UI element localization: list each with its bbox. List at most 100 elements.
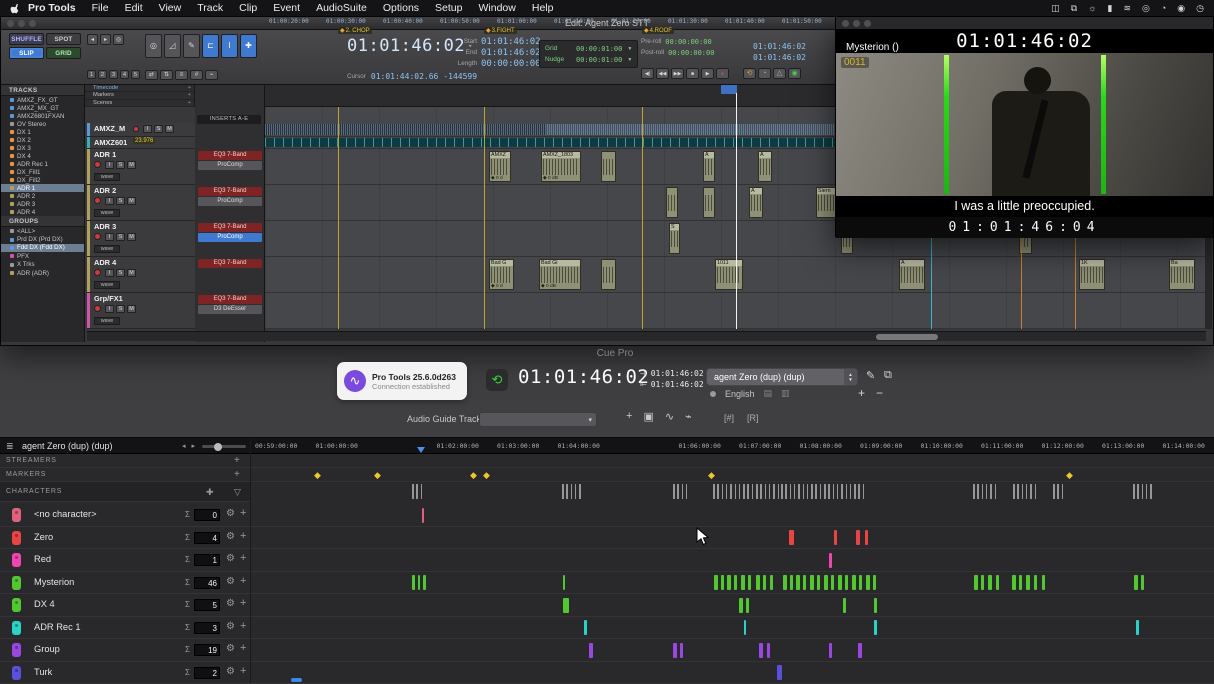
character-cue-count[interactable]: 1 xyxy=(194,554,220,566)
character-row-mysterion[interactable]: MysterionΣ46⚙+ xyxy=(0,572,1214,595)
cue-clip[interactable] xyxy=(763,575,766,590)
track-i-button[interactable]: I xyxy=(105,161,114,169)
sidebar-track-amxz-mx-gt[interactable]: AMXZ_MX_GT xyxy=(1,104,84,112)
edit-pencil-button[interactable]: ✎ xyxy=(866,369,875,382)
ruler-row-add-icon[interactable]: + xyxy=(188,85,191,91)
track-m-button[interactable]: M xyxy=(127,305,136,313)
roll-display[interactable]: Pre-roll00:00:00:00 Post-roll00:00:00:00 xyxy=(641,36,714,58)
character-row-zero[interactable]: ZeroΣ4⚙+ xyxy=(0,527,1214,550)
cue-clip[interactable] xyxy=(834,530,837,545)
cue-clip[interactable] xyxy=(974,575,978,590)
remove-language-button[interactable]: − xyxy=(876,386,883,400)
control-center-icon[interactable]: ◔ xyxy=(1161,3,1166,13)
sidebar-track-dx-2[interactable]: DX 2 xyxy=(1,136,84,144)
track-i-button[interactable]: I xyxy=(105,197,114,205)
audio-clip[interactable]: Ba xyxy=(1169,259,1195,290)
cue-clip[interactable] xyxy=(1141,575,1144,590)
track-view-selector[interactable]: wave xyxy=(94,281,120,289)
record-enable-button[interactable] xyxy=(94,197,101,204)
track-i-button[interactable]: I xyxy=(105,233,114,241)
menu-item-event[interactable]: Event xyxy=(265,2,308,14)
insertion-follows-playback-toggle[interactable]: ≡ xyxy=(175,70,188,80)
waveform-icon[interactable]: ∿ xyxy=(665,410,674,423)
cue-clip[interactable] xyxy=(680,643,683,658)
spotlight-icon[interactable]: ◎ xyxy=(1142,3,1150,14)
cue-clip[interactable] xyxy=(777,665,782,680)
folder-icon[interactable]: ▥ xyxy=(781,388,790,399)
quickpunch-toggle[interactable]: ◉ xyxy=(788,68,801,79)
cue-clip[interactable] xyxy=(721,575,724,590)
session-tab[interactable]: agent Zero (dup) (dup) xyxy=(22,441,113,451)
cue-clip[interactable] xyxy=(1042,575,1045,590)
sidebar-group-adr-adr-[interactable]: ADR (ADR) xyxy=(1,269,84,277)
track-view-selector[interactable]: wave xyxy=(94,173,120,181)
rewind-button[interactable]: ◀◀ xyxy=(656,68,669,79)
add-cue-button[interactable]: + xyxy=(626,410,632,423)
cue-clip[interactable] xyxy=(746,598,749,613)
character-row--no-character-[interactable]: <no character>Σ0⚙+ xyxy=(0,504,1214,527)
horizontal-scrollbar[interactable] xyxy=(87,331,1206,341)
sidebar-track-amxz6801fxan[interactable]: AMXZ6801FXAN xyxy=(1,112,84,120)
track-m-button[interactable]: M xyxy=(127,233,136,241)
filter-characters-icon[interactable]: ▽ xyxy=(234,487,241,498)
cue-clip[interactable] xyxy=(810,575,814,590)
menu-item-setup[interactable]: Setup xyxy=(427,2,470,14)
menu-item-help[interactable]: Help xyxy=(524,2,562,14)
sidebar-track-amxz-fx-gt[interactable]: AMXZ_FX_GT xyxy=(1,96,84,104)
cue-clip[interactable] xyxy=(829,643,832,658)
audio-clip[interactable]: AMXZ_1803◆ 0 dB xyxy=(541,151,581,182)
add-cue-icon[interactable]: + xyxy=(240,530,246,542)
track-head-adr-3[interactable]: ADR 3ISMwave xyxy=(87,221,195,257)
session-select[interactable]: agent Zero (dup) (dup) ▲▼ xyxy=(706,368,858,386)
cue-clip[interactable] xyxy=(874,598,877,613)
sidebar-group-prd-dx-prd-dx-[interactable]: Prd DX (Prd DX) xyxy=(1,235,84,243)
cue-clip[interactable] xyxy=(734,575,737,590)
cue-clip[interactable] xyxy=(824,575,828,590)
cue-clip[interactable] xyxy=(845,575,848,590)
cue-clip[interactable] xyxy=(838,575,842,590)
record-enable-button[interactable] xyxy=(94,305,101,312)
panel-menu-icon[interactable]: ≣ xyxy=(6,441,14,452)
screen-mirroring-icon[interactable]: ⧉ xyxy=(1071,3,1077,14)
audio-clip[interactable]: Bad Gi◆ 0 dB xyxy=(539,259,581,290)
keyboard-brightness-icon[interactable]: ☼ xyxy=(1088,3,1096,13)
audio-clip[interactable]: S xyxy=(669,223,680,254)
sidebar-track-dx-1[interactable]: DX 1 xyxy=(1,128,84,136)
gear-icon[interactable]: ⚙ xyxy=(226,621,235,632)
track-s-button[interactable]: S xyxy=(154,125,163,133)
battery-icon[interactable]: ▮ xyxy=(1107,3,1112,14)
cue-clip[interactable] xyxy=(831,575,834,590)
record-enable-button[interactable] xyxy=(94,269,101,276)
tracks-list-header[interactable]: TRACKS xyxy=(1,85,84,96)
add-cue-icon[interactable]: + xyxy=(240,575,246,587)
clock-icon[interactable]: ◷ xyxy=(1196,3,1204,14)
groups-list-header[interactable]: GROUPS xyxy=(1,216,84,227)
cue-clip[interactable] xyxy=(673,643,677,658)
cue-clip[interactable] xyxy=(584,620,587,635)
zoom-out-arrow[interactable]: ◂ xyxy=(87,34,98,45)
cue-clip[interactable] xyxy=(859,575,862,590)
menu-item-file[interactable]: File xyxy=(84,2,117,14)
add-cue-icon[interactable]: + xyxy=(240,597,246,609)
pencil-tool[interactable]: ✎ xyxy=(183,34,200,58)
cue-clip[interactable] xyxy=(988,575,992,590)
link-track-edit-toggle[interactable]: ⇅ xyxy=(160,70,173,80)
link-icon[interactable]: ⌁ xyxy=(685,410,692,423)
sidebar-group-pfx[interactable]: PFX xyxy=(1,252,84,260)
video-window-controls[interactable] xyxy=(842,20,871,27)
cue-clip[interactable] xyxy=(790,575,793,590)
track-m-button[interactable]: M xyxy=(127,197,136,205)
cue-clip[interactable] xyxy=(852,575,856,590)
track-head-amxz-m[interactable]: AMXZ_MISM xyxy=(87,123,195,137)
document-icon[interactable]: ▤ xyxy=(764,388,773,399)
audio-guide-select[interactable]: ▾ xyxy=(479,412,597,427)
zoom-slider[interactable] xyxy=(202,445,246,448)
zoom-preset-3[interactable]: 3 xyxy=(109,70,118,79)
cue-clip[interactable] xyxy=(858,643,862,658)
character-row-red[interactable]: RedΣ1⚙+ xyxy=(0,549,1214,572)
sidebar-track-adr-1[interactable]: ADR 1 xyxy=(1,184,84,192)
smart-trim-tool[interactable]: ⊏ xyxy=(202,34,219,58)
ruler-row-timecode[interactable]: Timecode+ xyxy=(85,85,194,92)
cue-clip[interactable] xyxy=(1136,620,1139,635)
cue-clip[interactable] xyxy=(744,620,746,635)
